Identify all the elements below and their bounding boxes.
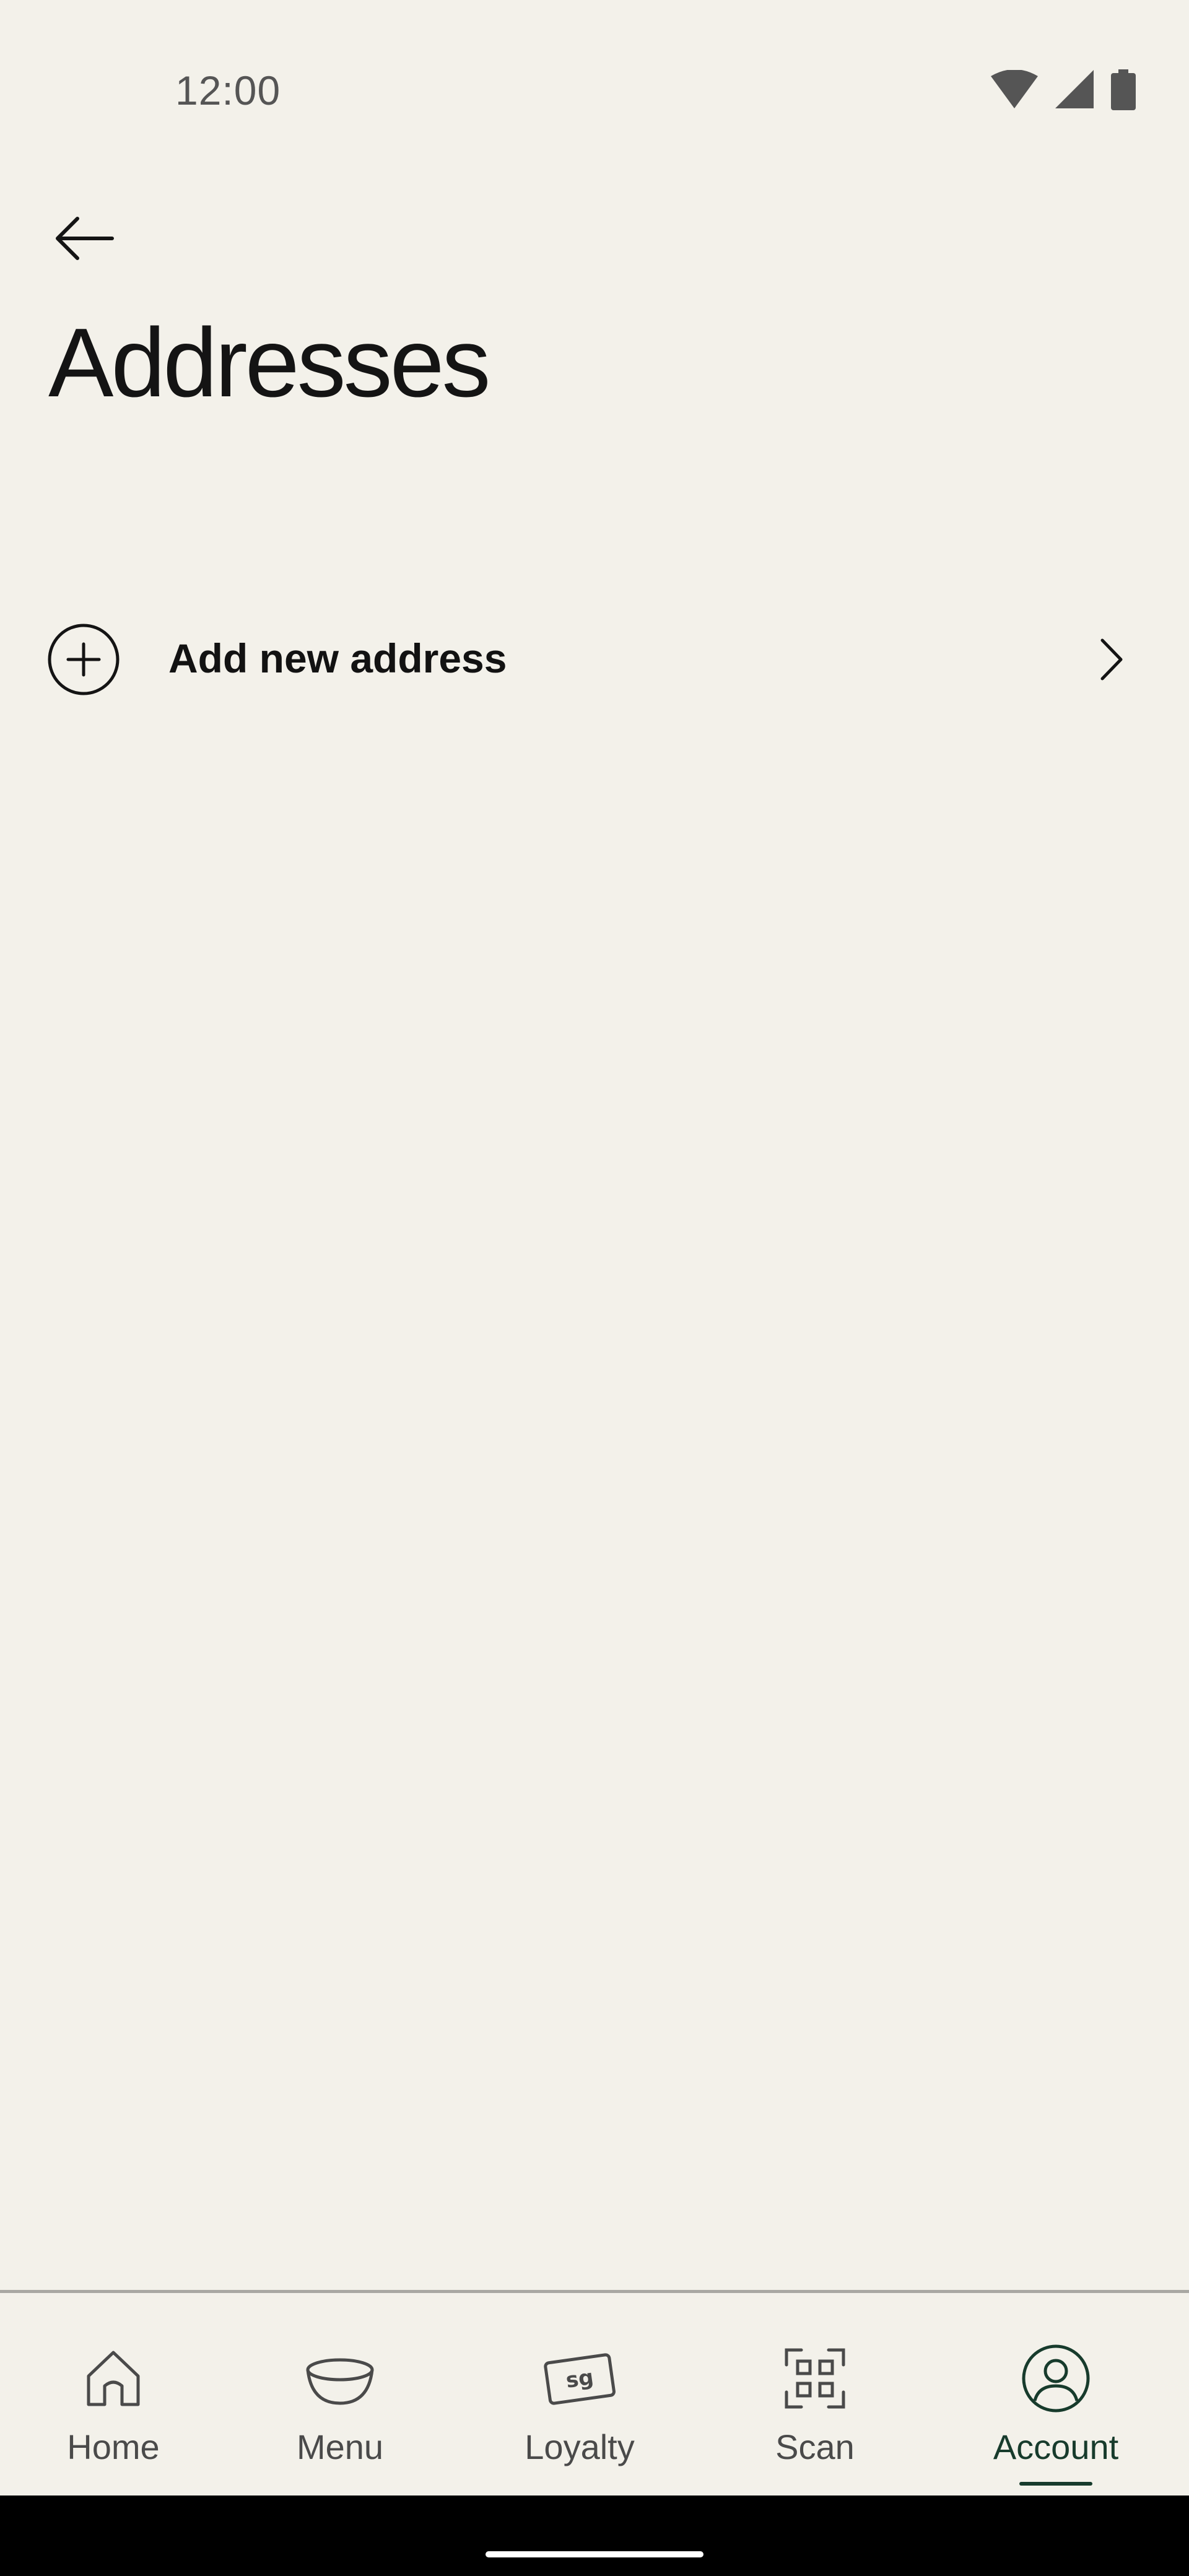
status-time: 12:00 bbox=[175, 67, 281, 113]
svg-text:sg: sg bbox=[564, 2365, 595, 2393]
back-button[interactable] bbox=[43, 198, 124, 279]
plus-circle-icon bbox=[48, 624, 120, 695]
status-icons bbox=[991, 69, 1136, 110]
add-new-address-label: Add new address bbox=[168, 635, 507, 681]
chevron-right-icon bbox=[1100, 638, 1123, 681]
wifi-icon bbox=[991, 70, 1038, 108]
nav-label-menu: Menu bbox=[296, 2427, 384, 2466]
nav-label-scan: Scan bbox=[775, 2427, 855, 2466]
cellular-signal-icon bbox=[1055, 70, 1094, 108]
nav-label-account: Account bbox=[993, 2427, 1119, 2466]
status-bar: 12:00 bbox=[0, 0, 1189, 186]
loyalty-card-icon: sg bbox=[544, 2353, 616, 2405]
home-icon bbox=[87, 2351, 140, 2406]
nav-label-home: Home bbox=[67, 2427, 160, 2466]
page-title: Addresses bbox=[48, 308, 490, 417]
bowl-icon bbox=[306, 2358, 374, 2405]
active-tab-indicator bbox=[1019, 2482, 1092, 2486]
gesture-handle[interactable] bbox=[486, 2551, 703, 2557]
arrow-left-icon bbox=[56, 217, 114, 260]
add-new-address-row[interactable]: Add new address bbox=[0, 594, 1189, 724]
nav-label-loyalty: Loyalty bbox=[525, 2427, 635, 2466]
system-navigation-bar bbox=[0, 2496, 1189, 2576]
battery-icon bbox=[1111, 69, 1136, 110]
addresses-screen: 12:00 Addresses Add new address Home Men… bbox=[0, 0, 1189, 2576]
qr-scan-icon bbox=[785, 2348, 845, 2409]
account-icon bbox=[1022, 2344, 1090, 2413]
